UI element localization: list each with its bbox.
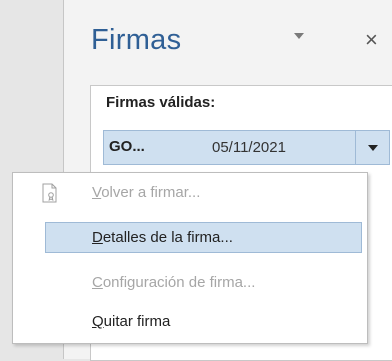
menu-item-label: uitar firma: [103, 313, 171, 330]
pane-title: Firmas: [91, 24, 182, 56]
valid-signatures-header: Firmas válidas:: [106, 94, 216, 111]
menu-item-label: etalles de la firma...: [102, 229, 233, 246]
signature-date: 05/11/2021: [212, 139, 286, 156]
menu-item-accesskey: D: [92, 229, 103, 246]
menu-item-accesskey: C: [92, 274, 103, 291]
re-sign-document-icon: [42, 183, 57, 203]
menu-item-re-sign[interactable]: Volver a firmar...: [13, 176, 367, 210]
menu-item-remove-signature[interactable]: Quitar firma: [13, 305, 367, 339]
menu-item-label: olver a firmar...: [101, 184, 201, 201]
signature-row[interactable]: GO... 05/11/2021: [103, 130, 390, 165]
signature-menu-button[interactable]: [355, 131, 390, 164]
menu-item-label: onfiguración de firma...: [102, 274, 256, 291]
chevron-down-icon[interactable]: [294, 33, 304, 39]
signature-context-menu: Volver a firmar... Detalles de la firma.…: [12, 172, 368, 344]
close-icon[interactable]: ×: [365, 28, 378, 52]
menu-item-accesskey: Q: [92, 313, 104, 330]
signer-name: GO...: [109, 138, 145, 155]
dropdown-arrow-icon: [368, 145, 378, 151]
menu-item-accesskey: V: [92, 184, 102, 201]
menu-item-signature-setup[interactable]: Configuración de firma...: [13, 266, 367, 300]
menu-item-signature-details[interactable]: Detalles de la firma...: [13, 221, 367, 255]
